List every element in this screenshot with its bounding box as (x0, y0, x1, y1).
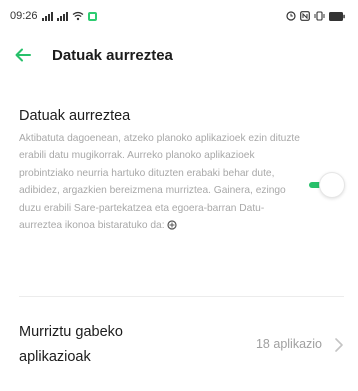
unrestricted-apps-label: Murriztu gabeko aplikazioak (19, 324, 123, 365)
signal-icon (56, 11, 68, 21)
screen: 09:26 Datuak aurreztea Datuak aurreztea … (0, 0, 358, 391)
alarm-icon (286, 11, 296, 21)
battery-icon (329, 11, 345, 21)
page-title: Datuak aurreztea (52, 46, 173, 64)
data-saver-description-text: Aktibatuta dagoenean, atzeko planoko apl… (19, 133, 300, 232)
data-saver-description: Aktibatuta dagoenean, atzeko planoko apl… (19, 130, 307, 234)
signal-icon (41, 11, 53, 21)
nfc-icon (300, 11, 310, 21)
chevron-right-icon (335, 338, 343, 352)
wifi-icon (72, 11, 83, 21)
status-time: 09:26 (10, 10, 38, 22)
data-saver-toggle[interactable] (305, 172, 345, 198)
divider (19, 296, 344, 297)
toggle-knob (319, 172, 345, 198)
vibrate-icon (314, 11, 325, 21)
status-left: 09:26 (10, 10, 97, 22)
arrow-left-icon (15, 48, 31, 62)
back-button[interactable] (9, 41, 37, 69)
unrestricted-apps-row[interactable]: Murriztu gabeko aplikazioak 18 aplikazio (0, 320, 358, 376)
data-saver-title: Datuak aurreztea (19, 108, 131, 124)
status-bar: 09:26 (0, 0, 358, 32)
header: Datuak aurreztea (0, 32, 358, 78)
status-right (286, 11, 345, 21)
data-saver-icon (166, 220, 177, 230)
unrestricted-apps-count: 18 aplikazio (255, 337, 322, 351)
app-notification-icon (87, 11, 97, 21)
